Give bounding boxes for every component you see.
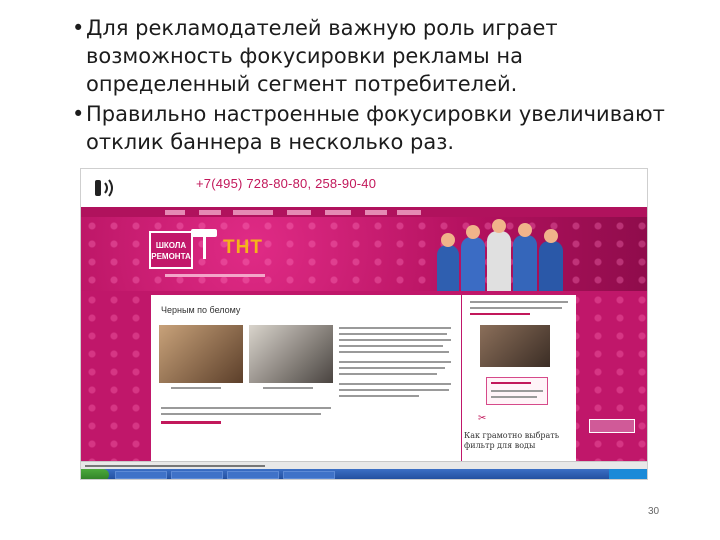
browser-status-bar bbox=[81, 461, 647, 469]
article-text-line bbox=[339, 345, 443, 347]
logo-text: ШКОЛА bbox=[155, 241, 187, 250]
ad-text-line bbox=[491, 396, 537, 398]
logo-text: РЕМОНТА bbox=[151, 252, 191, 261]
site-navigation bbox=[81, 207, 647, 217]
article-photo[interactable] bbox=[159, 325, 243, 383]
banner-caption bbox=[165, 274, 265, 277]
sidebar-text-line bbox=[470, 313, 530, 315]
bullet-list: Для рекламодателей важную роль играет во… bbox=[70, 14, 670, 158]
status-url-line bbox=[85, 465, 265, 467]
article-title[interactable]: Черным по белому bbox=[161, 305, 240, 315]
ad-text-line bbox=[491, 390, 543, 392]
article-text-line bbox=[339, 383, 451, 385]
nav-item[interactable] bbox=[199, 210, 221, 215]
website-screenshot: +7(495) 728-80-80, 258-90-40 ШКОЛА РЕМОН… bbox=[80, 168, 648, 480]
phone-icon bbox=[95, 179, 113, 197]
worker-figure bbox=[437, 233, 459, 291]
school-logo[interactable]: ШКОЛА РЕМОНТА bbox=[149, 231, 193, 269]
nav-item[interactable] bbox=[233, 210, 273, 215]
article-text-line bbox=[339, 389, 449, 391]
paint-roller-handle bbox=[203, 237, 206, 259]
article-panel: Черным по белому bbox=[151, 295, 461, 461]
worker-head bbox=[518, 223, 532, 237]
phone-number: +7(495) 728-80-80, 258-90-40 bbox=[196, 176, 377, 191]
worker-head bbox=[492, 219, 506, 233]
sidebar-panel: ✂ Как грамотно выбрать фильтр для воды bbox=[462, 295, 576, 461]
article-text-line bbox=[339, 373, 437, 375]
system-tray bbox=[609, 469, 647, 479]
taskbar-item[interactable] bbox=[171, 471, 223, 479]
worker-figure bbox=[487, 219, 511, 291]
windows-taskbar bbox=[81, 469, 647, 479]
worker-head bbox=[544, 229, 558, 243]
paint-roller-icon bbox=[191, 229, 217, 237]
worker-figure bbox=[461, 225, 485, 291]
nav-item[interactable] bbox=[287, 210, 311, 215]
read-more-link[interactable] bbox=[161, 421, 221, 424]
sidebar-thumbnail[interactable] bbox=[480, 325, 550, 367]
site-header: +7(495) 728-80-80, 258-90-40 bbox=[81, 169, 647, 207]
bullet-item: Правильно настроенные фокусировки увелич… bbox=[70, 100, 670, 156]
sidebar-ad[interactable] bbox=[486, 377, 548, 405]
sidebar-text-line bbox=[470, 301, 568, 303]
nav-item[interactable] bbox=[397, 210, 421, 215]
article-text-line bbox=[339, 327, 451, 329]
site-banner: ШКОЛА РЕМОНТА ТНТ bbox=[81, 217, 647, 291]
taskbar-item[interactable] bbox=[115, 471, 167, 479]
taskbar-item[interactable] bbox=[227, 471, 279, 479]
scissors-icon: ✂ bbox=[478, 413, 487, 424]
taskbar-item[interactable] bbox=[283, 471, 335, 479]
article-text-line bbox=[161, 407, 331, 409]
article-text-line bbox=[161, 413, 321, 415]
worker-head bbox=[466, 225, 480, 239]
photo-caption-line bbox=[171, 387, 221, 389]
slide-page-number: 30 bbox=[648, 506, 660, 517]
nav-item[interactable] bbox=[165, 210, 185, 215]
article-text-line bbox=[339, 351, 449, 353]
sidebar-question[interactable]: Как грамотно выбрать фильтр для воды bbox=[464, 431, 574, 451]
article-text-line bbox=[339, 395, 419, 397]
article-text-line bbox=[339, 339, 451, 341]
nav-item[interactable] bbox=[365, 210, 387, 215]
start-button[interactable] bbox=[81, 469, 109, 479]
right-banner-ad[interactable] bbox=[589, 419, 635, 433]
ad-title-line bbox=[491, 382, 531, 384]
worker-figure bbox=[539, 229, 563, 291]
worker-figure bbox=[513, 223, 537, 291]
article-text-line bbox=[339, 367, 445, 369]
nav-item[interactable] bbox=[325, 210, 351, 215]
photo-caption-line bbox=[263, 387, 313, 389]
article-photo[interactable] bbox=[249, 325, 333, 383]
worker-head bbox=[441, 233, 455, 247]
article-text-line bbox=[339, 333, 447, 335]
sidebar-text-line bbox=[470, 307, 562, 309]
bullet-item: Для рекламодателей важную роль играет во… bbox=[70, 14, 670, 98]
channel-logo: ТНТ bbox=[223, 237, 263, 258]
article-text-line bbox=[339, 361, 451, 363]
